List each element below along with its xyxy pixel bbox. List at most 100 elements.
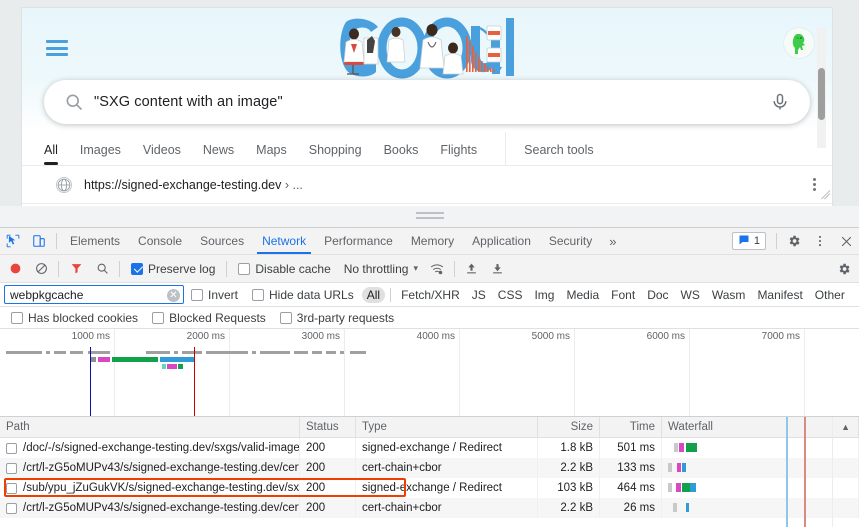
search-input[interactable]: "SXG content with an image" (94, 94, 770, 110)
filter-type-css[interactable]: CSS (493, 287, 528, 303)
filter-input[interactable]: webpkgcache ✕ (4, 285, 184, 304)
column-header-type[interactable]: Type (356, 417, 538, 438)
more-options-icon[interactable] (807, 228, 833, 254)
close-icon[interactable] (833, 228, 859, 254)
table-row[interactable]: /doc/-/s/signed-exchange-testing.dev/sxg… (0, 438, 859, 458)
nav-tab-images[interactable]: Images (80, 143, 121, 165)
nav-tab-news[interactable]: News (203, 143, 234, 165)
row-checkbox[interactable] (6, 483, 17, 494)
nav-tab-videos[interactable]: Videos (143, 143, 181, 165)
tab-network[interactable]: Network (253, 228, 315, 254)
invert-checkbox[interactable]: Invert (184, 288, 245, 302)
devtools-splitter[interactable] (0, 206, 859, 228)
tab-memory[interactable]: Memory (402, 228, 463, 254)
cell-waterfall (662, 478, 859, 498)
tab-elements[interactable]: Elements (61, 228, 129, 254)
has-blocked-cookies-checkbox[interactable]: Has blocked cookies (4, 311, 145, 325)
clear-network-log-icon[interactable] (28, 256, 54, 282)
nav-tab-books[interactable]: Books (384, 143, 419, 165)
toolbar-divider-3 (226, 261, 227, 277)
menu-icon[interactable] (46, 40, 68, 56)
column-header-path[interactable]: Path (0, 417, 300, 438)
issues-count: 1 (754, 235, 760, 247)
network-overview-timeline[interactable]: 1000 ms 2000 ms 3000 ms 4000 ms 5000 ms … (0, 329, 859, 417)
filter-type-other[interactable]: Other (810, 287, 850, 303)
gear-icon[interactable] (781, 228, 807, 254)
nav-tab-shopping[interactable]: Shopping (309, 143, 362, 165)
nav-tab-maps[interactable]: Maps (256, 143, 287, 165)
third-party-requests-checkbox[interactable]: 3rd-party requests (273, 311, 401, 325)
column-header-size[interactable]: Size (538, 417, 600, 438)
import-har-icon[interactable] (459, 256, 485, 282)
cell-path[interactable]: /crt/l-zG5oMUPv43/s/signed-exchange-test… (0, 498, 300, 518)
device-toolbar-icon[interactable] (26, 228, 52, 254)
toolbar-divider-2 (119, 261, 120, 277)
more-tabs-button[interactable]: » (601, 234, 624, 249)
table-row[interactable]: /sub/ypu_jZuGukVK/s/signed-exchange-test… (0, 478, 859, 498)
column-header-time[interactable]: Time (600, 417, 662, 438)
row-checkbox[interactable] (6, 443, 17, 454)
cell-path[interactable]: /crt/l-zG5oMUPv43/s/signed-exchange-test… (0, 458, 300, 478)
resize-handle[interactable] (816, 190, 830, 204)
filter-type-wasm[interactable]: Wasm (707, 287, 751, 303)
tab-console[interactable]: Console (129, 228, 191, 254)
throttling-select[interactable]: No throttling ▾ (338, 262, 424, 276)
blocked-requests-label: Blocked Requests (169, 311, 266, 325)
column-header-status[interactable]: Status (300, 417, 356, 438)
table-row[interactable]: /crt/l-zG5oMUPv43/s/signed-exchange-test… (0, 458, 859, 478)
filter-type-img[interactable]: Img (529, 287, 559, 303)
google-doodle[interactable] (340, 14, 514, 80)
tab-security[interactable]: Security (540, 228, 601, 254)
blocked-requests-checkbox[interactable]: Blocked Requests (145, 311, 273, 325)
network-filter-bar: webpkgcache ✕ Invert Hide data URLs All … (0, 283, 859, 307)
filter-type-media[interactable]: Media (561, 287, 604, 303)
tab-application[interactable]: Application (463, 228, 540, 254)
filter-type-js[interactable]: JS (467, 287, 491, 303)
result-url[interactable]: https://signed-exchange-testing.dev › ..… (84, 178, 303, 192)
issues-badge[interactable]: 1 (732, 232, 766, 250)
microphone-icon[interactable] (770, 92, 790, 112)
cell-path[interactable]: /doc/-/s/signed-exchange-testing.dev/sxg… (0, 438, 300, 458)
hide-data-urls-checkbox[interactable]: Hide data URLs (245, 288, 361, 302)
export-har-icon[interactable] (485, 256, 511, 282)
preserve-log-checkbox[interactable]: Preserve log (124, 262, 222, 276)
row-checkbox[interactable] (6, 463, 17, 474)
nav-tab-flights[interactable]: Flights (440, 143, 477, 165)
tab-sources[interactable]: Sources (191, 228, 253, 254)
overview-ruler: 1000 ms 2000 ms 3000 ms 4000 ms 5000 ms … (0, 329, 859, 347)
filter-type-fetch-xhr[interactable]: Fetch/XHR (396, 287, 465, 303)
search-icon[interactable] (89, 256, 115, 282)
disable-cache-checkbox[interactable]: Disable cache (231, 262, 337, 276)
nav-tab-all[interactable]: All (44, 143, 58, 165)
cell-path[interactable]: /sub/ypu_jZuGukVK/s/signed-exchange-test… (0, 478, 300, 498)
clear-filter-icon[interactable]: ✕ (167, 289, 180, 302)
filter-type-ws[interactable]: WS (676, 287, 705, 303)
issues-message-icon (738, 234, 750, 249)
search-tools-button[interactable]: Search tools (524, 143, 593, 165)
filter-type-all[interactable]: All (362, 287, 385, 303)
cell-size: 103 kB (538, 478, 600, 498)
column-header-waterfall[interactable]: Waterfall ▲ (662, 417, 859, 438)
cell-waterfall (662, 458, 859, 478)
search-result-row[interactable]: https://signed-exchange-testing.dev › ..… (22, 166, 832, 204)
filter-type-font[interactable]: Font (606, 287, 640, 303)
tab-performance[interactable]: Performance (315, 228, 402, 254)
has-blocked-cookies-checkbox-box (11, 312, 23, 324)
network-settings-gear-icon[interactable] (831, 256, 857, 282)
page-scrollbar[interactable] (818, 68, 825, 120)
hide-data-urls-label: Hide data URLs (269, 288, 354, 302)
inspect-element-icon[interactable] (0, 228, 26, 254)
filter-type-manifest[interactable]: Manifest (752, 287, 807, 303)
record-button-icon[interactable] (2, 256, 28, 282)
filter-type-doc[interactable]: Doc (642, 287, 673, 303)
network-conditions-icon[interactable] (424, 256, 450, 282)
filter-icon[interactable] (63, 256, 89, 282)
has-blocked-cookies-label: Has blocked cookies (28, 311, 138, 325)
disable-cache-label: Disable cache (255, 262, 330, 276)
preserve-log-checkbox-box (131, 263, 143, 275)
row-checkbox[interactable] (6, 503, 17, 514)
table-row[interactable]: /crt/l-zG5oMUPv43/s/signed-exchange-test… (0, 498, 859, 518)
avatar[interactable] (784, 28, 814, 58)
search-box[interactable]: "SXG content with an image" (44, 80, 810, 124)
waterfall-gridline (832, 417, 833, 527)
